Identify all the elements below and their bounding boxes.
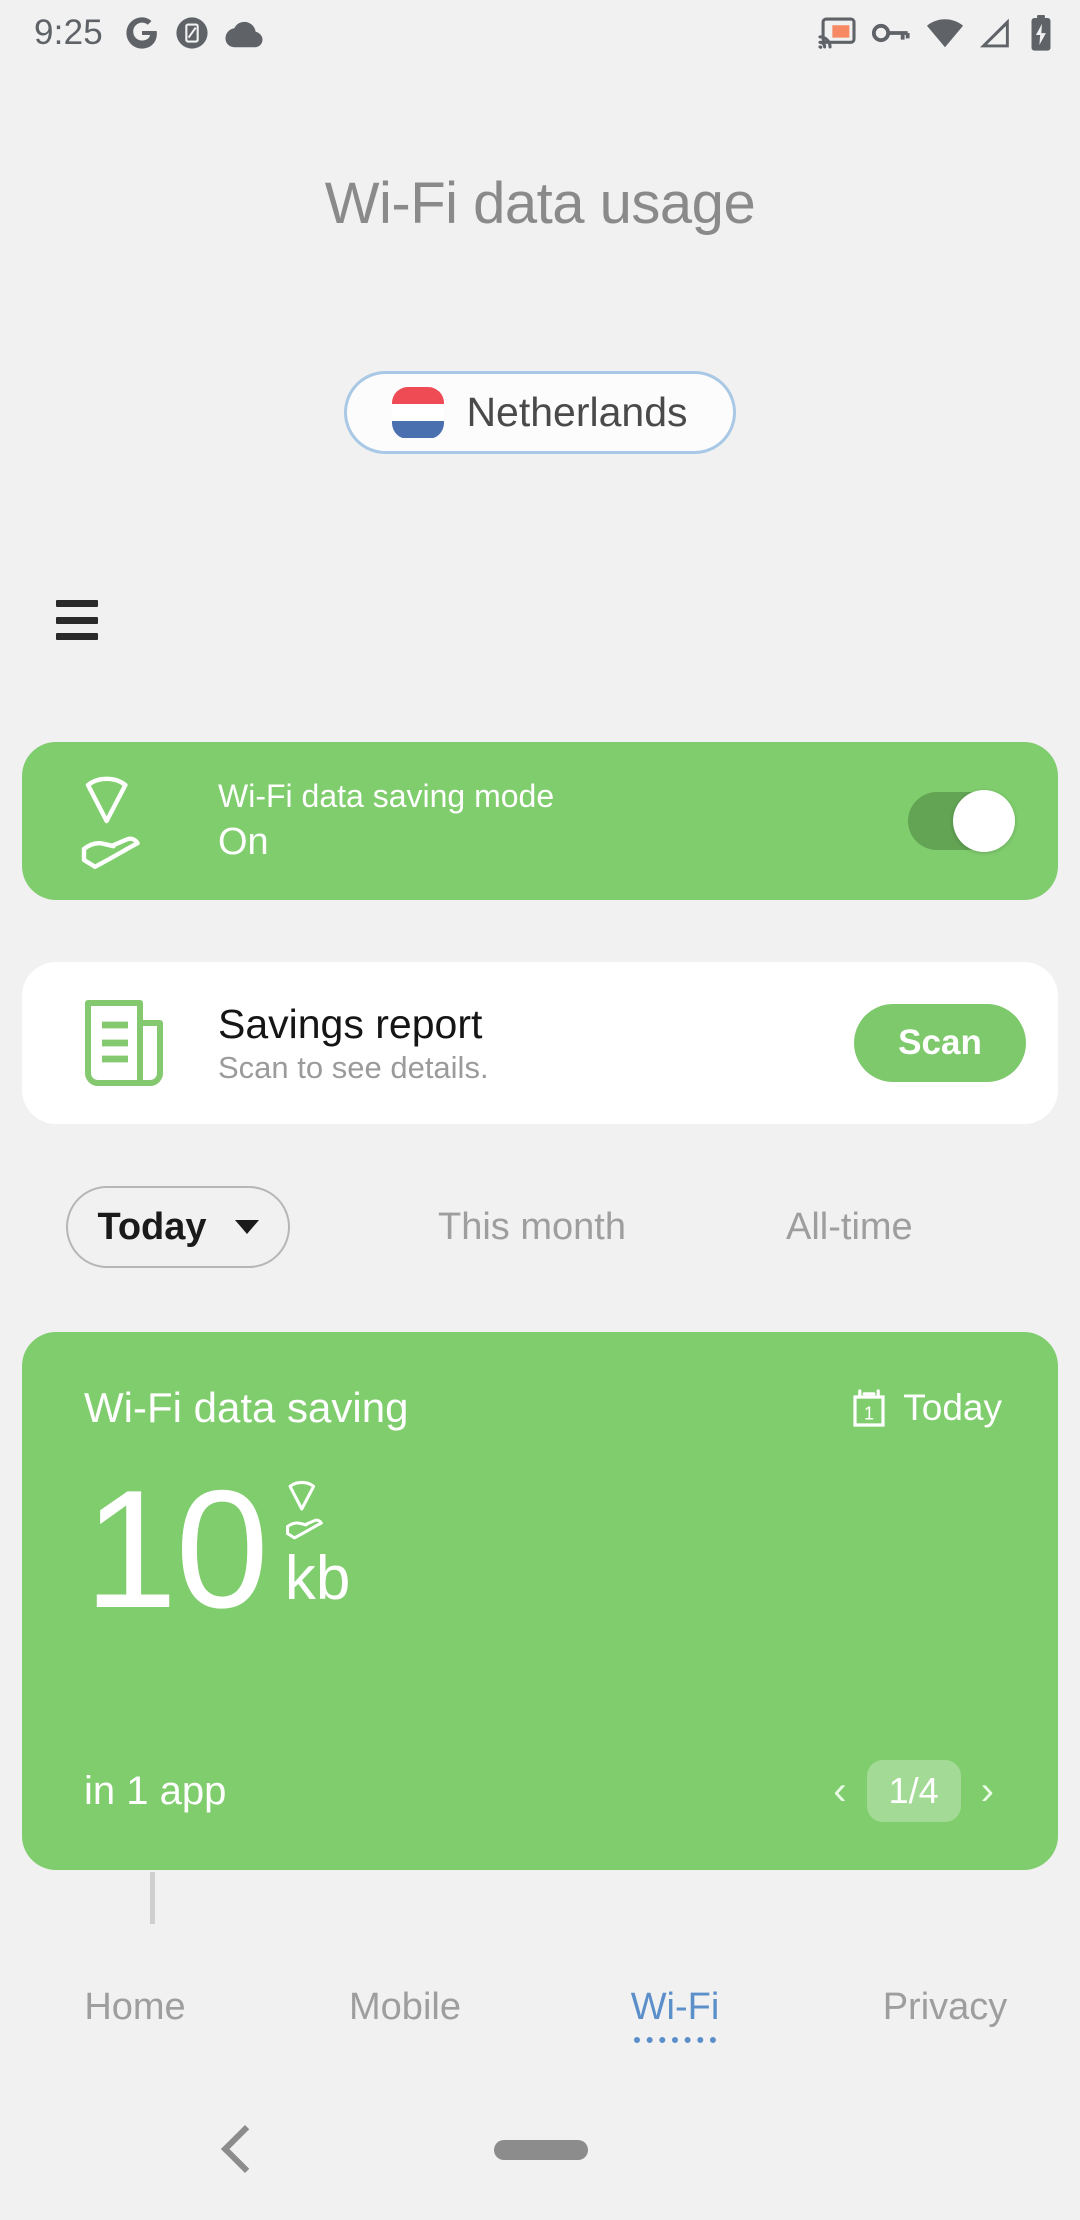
back-chevron-icon[interactable]: [220, 2124, 270, 2174]
wifi-data-saving-mode-card[interactable]: Wi-Fi data saving mode On: [22, 742, 1058, 900]
page-title: Wi-Fi data usage: [324, 171, 756, 236]
app-screen: 9:25 Wi-Fi data usage Netherlands Wi-Fi …: [0, 0, 1080, 2220]
wifi-hand-icon: [81, 776, 140, 869]
toggle-knob: [953, 790, 1015, 852]
savings-report-card[interactable]: Savings report Scan to see details. Scan: [22, 962, 1058, 1124]
period-tabs: Today This month All-time: [0, 1182, 1080, 1272]
saving-mode-toggle[interactable]: [908, 790, 1015, 852]
country-selector-chip[interactable]: Netherlands: [344, 371, 736, 454]
stats-card-title: Wi-Fi data saving: [84, 1384, 409, 1431]
report-subtitle: Scan to see details.: [218, 1049, 489, 1085]
status-left-icons: [125, 16, 263, 50]
tab-mobile[interactable]: Mobile: [270, 1970, 540, 2080]
mobile-signal-icon: [980, 18, 1009, 48]
svg-text:1: 1: [864, 1403, 874, 1423]
report-texts: Savings report Scan to see details.: [218, 1001, 489, 1086]
saving-mode-title: Wi-Fi data saving mode: [218, 778, 555, 814]
screenshot-note-icon: [176, 17, 208, 49]
period-tab-all-time[interactable]: All-time: [786, 1206, 913, 1249]
tab-home[interactable]: Home: [0, 1970, 270, 2080]
card-stem-divider: [150, 1872, 155, 1924]
tab-wifi-label: Wi-Fi: [630, 1986, 720, 2028]
chevron-left-icon[interactable]: ‹: [819, 1763, 860, 1820]
calendar-day-icon: 1: [853, 1389, 885, 1427]
saving-mode-texts: Wi-Fi data saving mode On: [218, 778, 554, 864]
stats-card-footer: in 1 app ‹ 1/4 ›: [22, 1760, 1058, 1822]
tab-active-underline: [634, 2037, 716, 2043]
stats-card-date-group: 1 Today: [849, 1387, 1002, 1429]
home-pill-icon[interactable]: [494, 2140, 588, 2160]
wifi-icon: [926, 19, 964, 48]
scan-button[interactable]: Scan: [854, 1004, 1026, 1082]
wifi-hand-icon: [285, 1480, 323, 1540]
report-title: Savings report: [218, 1000, 483, 1047]
chevron-down-icon: [234, 1220, 259, 1234]
saving-mode-state: On: [218, 821, 269, 863]
stats-value-row: 10 kb: [84, 1455, 350, 1643]
vpn-key-icon: [871, 23, 910, 43]
netherlands-flag-icon: [392, 386, 445, 439]
stats-card-date-label: Today: [903, 1387, 1002, 1428]
tab-privacy[interactable]: Privacy: [810, 1970, 1080, 2080]
google-icon: [126, 17, 157, 49]
chevron-right-icon[interactable]: ›: [967, 1763, 1008, 1820]
android-navigation-bar: [0, 2102, 1080, 2220]
tab-home-label: Home: [84, 1986, 186, 2028]
tab-privacy-label: Privacy: [882, 1986, 1008, 2028]
period-tab-today[interactable]: Today: [66, 1186, 290, 1268]
cloud-icon: [225, 21, 263, 48]
stats-card-header: Wi-Fi data saving 1 Today: [22, 1384, 1058, 1432]
stats-pager: ‹ 1/4 ›: [819, 1760, 1008, 1822]
hamburger-menu-icon[interactable]: [56, 600, 98, 640]
country-name-label: Netherlands: [466, 389, 688, 435]
pager-count-label: 1/4: [866, 1760, 961, 1822]
status-right-icons: [818, 15, 1054, 51]
period-selected-label: Today: [97, 1205, 207, 1248]
stats-value: 10: [84, 1455, 269, 1643]
tab-mobile-label: Mobile: [349, 1986, 461, 2028]
status-clock: 9:25: [34, 13, 103, 52]
status-bar: 9:25: [0, 0, 1080, 66]
stats-unit: kb: [284, 1544, 351, 1613]
period-tab-this-month[interactable]: This month: [438, 1206, 626, 1249]
tab-wifi[interactable]: Wi-Fi: [540, 1970, 810, 2080]
battery-charging-icon: [1031, 15, 1051, 51]
stats-apps-label: in 1 app: [84, 1768, 227, 1813]
report-document-icon: [85, 1000, 163, 1086]
stats-unit-block: kb: [285, 1474, 350, 1610]
wifi-data-saving-stats-card[interactable]: Wi-Fi data saving 1 Today 10 kb in 1 app…: [22, 1332, 1058, 1870]
cast-icon: [818, 17, 856, 49]
bottom-tab-bar: Home Mobile Wi-Fi Privacy: [0, 1970, 1080, 2080]
